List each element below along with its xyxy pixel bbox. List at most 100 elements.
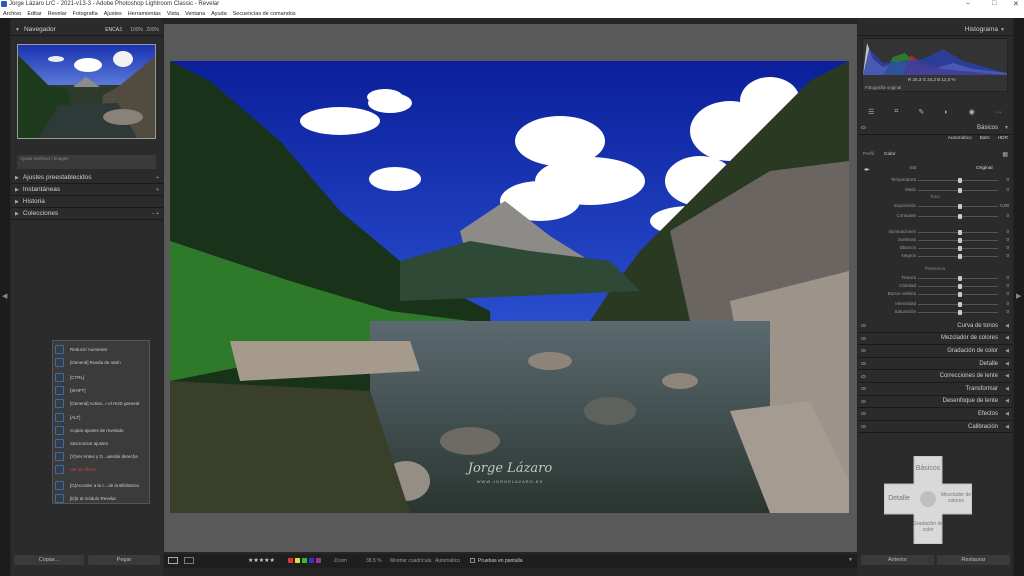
- slider-track[interactable]: [918, 284, 998, 289]
- slider-knob[interactable]: [958, 284, 962, 289]
- visibility-eye-icon[interactable]: [861, 374, 866, 378]
- section-header[interactable]: Curva de tonos ◀: [858, 320, 1012, 333]
- mask-icon[interactable]: ◐: [944, 109, 948, 116]
- wb-select[interactable]: Original: [976, 166, 993, 171]
- navigator-header[interactable]: ▼ Navegador ENCAJ. 100% 200%: [11, 24, 163, 36]
- slider-track[interactable]: [918, 204, 998, 209]
- basics-header[interactable]: Básicos ▼: [858, 122, 1012, 135]
- slider-value[interactable]: 0: [1006, 283, 1009, 288]
- slider-track[interactable]: [918, 238, 998, 243]
- slider-knob[interactable]: [958, 238, 962, 243]
- slider-knob[interactable]: [958, 246, 962, 251]
- color-labels[interactable]: [288, 558, 321, 563]
- slider-value[interactable]: 0: [1006, 229, 1009, 234]
- slider-value[interactable]: 0: [1006, 291, 1009, 296]
- mode-auto[interactable]: Automático: [948, 136, 972, 141]
- main-photo[interactable]: Jorge Lázaro WWW.JORGELAZARO.ES: [170, 61, 849, 513]
- slider-value[interactable]: 0: [1006, 187, 1009, 192]
- slider-knob[interactable]: [958, 204, 962, 209]
- menu-ventana[interactable]: Ventana: [185, 11, 205, 17]
- loupe-view-icon[interactable]: [168, 557, 178, 564]
- mode-bw[interactable]: B&N: [980, 136, 990, 141]
- visibility-eye-icon[interactable]: [861, 425, 866, 429]
- slider-knob[interactable]: [958, 310, 962, 315]
- section-header[interactable]: Transformar ◀: [858, 383, 1012, 396]
- slider-knob[interactable]: [958, 188, 962, 193]
- fit-zoom-bar[interactable]: Ajuste perfecto / Imagen: [17, 155, 156, 169]
- section-header[interactable]: Mezclador de colores ◀: [858, 333, 1012, 346]
- pad-top[interactable]: Básicos: [908, 465, 948, 472]
- slider-knob[interactable]: [958, 292, 962, 297]
- slider-track[interactable]: [918, 214, 998, 219]
- menu-herramientas[interactable]: Herramientas: [128, 11, 161, 17]
- visibility-eye-icon[interactable]: [861, 362, 866, 366]
- visibility-eye-icon[interactable]: [861, 412, 866, 416]
- minimize-icon[interactable]: –: [966, 0, 970, 7]
- add-snapshot-icon[interactable]: +: [156, 187, 159, 193]
- pad-bottom[interactable]: Gradación de color: [908, 521, 948, 533]
- zoom-100[interactable]: 100%: [130, 27, 143, 33]
- navigator-preview[interactable]: [17, 44, 156, 139]
- heal-icon[interactable]: ✎: [918, 108, 924, 116]
- snapshots-panel-header[interactable]: ▶ Instantáneas +: [11, 184, 163, 196]
- visibility-eye-icon[interactable]: [861, 324, 866, 328]
- slider-knob[interactable]: [958, 276, 962, 281]
- section-header[interactable]: Correcciones de lente ◀: [858, 370, 1012, 383]
- menu-fotografia[interactable]: Fotografía: [73, 11, 98, 17]
- section-header[interactable]: Calibración ◀: [858, 421, 1012, 434]
- histogram-header[interactable]: Histograma ▼: [858, 24, 1012, 36]
- maximize-icon[interactable]: □: [992, 0, 996, 7]
- slider-value[interactable]: 0: [1006, 253, 1009, 258]
- profile-grid-icon[interactable]: ▦: [1002, 151, 1008, 158]
- color-label-swatch[interactable]: [302, 558, 307, 563]
- slider-track[interactable]: [918, 292, 998, 297]
- menu-archivo[interactable]: Archivo: [3, 11, 21, 17]
- mode-hdr[interactable]: HDR: [998, 136, 1008, 141]
- visibility-eye-icon[interactable]: [861, 387, 866, 391]
- pad-right[interactable]: Mezclador de colores: [941, 492, 971, 504]
- slider-value[interactable]: 0: [1006, 245, 1009, 250]
- slider-track[interactable]: [918, 302, 998, 307]
- original-photo-label[interactable]: Fotografía original: [865, 85, 901, 90]
- menu-secuencias[interactable]: Secuencias de comandos: [233, 11, 296, 17]
- previous-button[interactable]: Anterior: [861, 555, 934, 565]
- zoom-200[interactable]: 200%: [146, 27, 159, 33]
- reset-button[interactable]: Restaurar: [937, 555, 1010, 565]
- redeye-icon[interactable]: ◉: [969, 108, 975, 116]
- sliders-icon[interactable]: ☰: [868, 108, 874, 116]
- slider-knob[interactable]: [958, 178, 962, 183]
- slider-track[interactable]: [918, 230, 998, 235]
- copy-button[interactable]: Copiar...: [14, 555, 84, 565]
- color-label-swatch[interactable]: [309, 558, 314, 563]
- pad-left[interactable]: Detalle: [884, 495, 914, 502]
- collections-panel-header[interactable]: ▶ Colecciones − +: [11, 208, 163, 220]
- menu-editar[interactable]: Editar: [27, 11, 41, 17]
- slider-track[interactable]: [918, 178, 998, 183]
- auto-option[interactable]: Automático: [435, 558, 460, 564]
- add-preset-icon[interactable]: +: [156, 175, 159, 181]
- paste-button[interactable]: Pegar: [88, 555, 160, 565]
- section-header[interactable]: Desenfoque de lente ◀: [858, 396, 1012, 409]
- slider-knob[interactable]: [958, 230, 962, 235]
- slider-track[interactable]: [918, 188, 998, 193]
- section-header[interactable]: Gradación de color ◀: [858, 345, 1012, 358]
- crop-icon[interactable]: ⌗: [894, 108, 898, 116]
- profile-select[interactable]: Color: [884, 152, 895, 157]
- visibility-eye-icon[interactable]: [861, 349, 866, 353]
- slider-value[interactable]: 0: [1006, 237, 1009, 242]
- slider-value[interactable]: 0,00: [1000, 203, 1009, 208]
- visibility-eye-icon[interactable]: [861, 399, 866, 403]
- menu-vista[interactable]: Vista: [167, 11, 179, 17]
- slider-value[interactable]: 0: [1006, 301, 1009, 306]
- rating-stars[interactable]: ★★★★★: [248, 557, 275, 564]
- color-label-swatch[interactable]: [288, 558, 293, 563]
- visibility-eye-icon[interactable]: [861, 336, 866, 340]
- menu-revelar[interactable]: Revelar: [48, 11, 67, 17]
- slider-track[interactable]: [918, 276, 998, 281]
- slider-track[interactable]: [918, 254, 998, 259]
- slider-track[interactable]: [918, 246, 998, 251]
- section-header[interactable]: Detalle ◀: [858, 358, 1012, 371]
- visibility-eye-icon[interactable]: [861, 126, 866, 130]
- slider-knob[interactable]: [958, 254, 962, 259]
- grid-toggle[interactable]: Mostrar cuadrícula: [390, 558, 431, 564]
